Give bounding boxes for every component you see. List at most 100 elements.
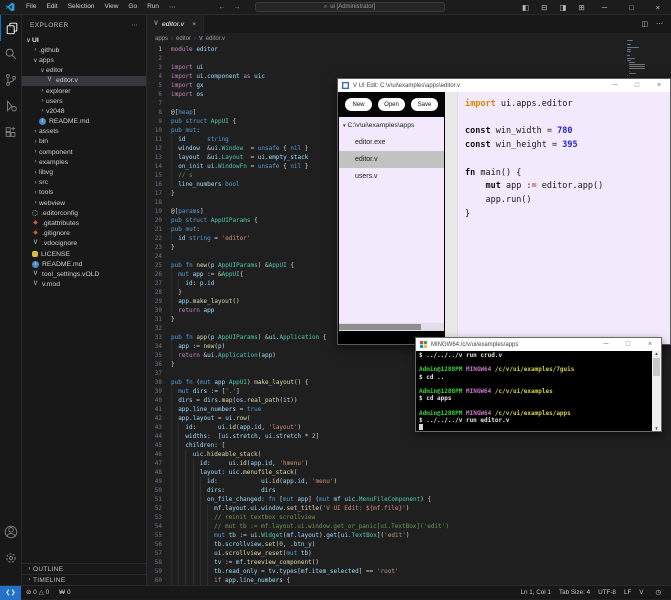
explorer-actions-icon[interactable]: ⋯ bbox=[131, 21, 138, 29]
tree-item-libvg[interactable]: ›libvg bbox=[22, 167, 146, 177]
code-line[interactable]: 56tb.scrollview.set(0, .btn_y) bbox=[147, 540, 671, 549]
tree-item--vdocignore[interactable]: V.vdocignore bbox=[22, 239, 146, 249]
code-line[interactable]: 51on_file_changed: fn [mut app] (mut mf … bbox=[147, 495, 671, 504]
open-button[interactable]: Open bbox=[378, 98, 405, 111]
maximize-button[interactable]: □ bbox=[626, 82, 648, 89]
command-center[interactable]: ⌕ ui [Administrator] bbox=[255, 2, 445, 12]
minimize-button[interactable]: ─ bbox=[591, 3, 618, 12]
tree-item-readme-md[interactable]: iREADME.md bbox=[22, 259, 146, 269]
scroll-up-icon[interactable]: ▲ bbox=[654, 351, 658, 356]
tree-item-bin[interactable]: ›bin bbox=[22, 137, 146, 147]
forward-icon[interactable]: → bbox=[234, 4, 241, 11]
tree-item-ui[interactable]: ∨UI bbox=[22, 35, 146, 45]
code-line[interactable]: 53// reinit textbox scrollview bbox=[147, 513, 671, 522]
code-line[interactable]: 57ui.scrollview_reset(mut tb) bbox=[147, 549, 671, 558]
minimize-button[interactable]: ─ bbox=[595, 341, 617, 348]
menu-go[interactable]: Go bbox=[123, 3, 142, 11]
code-line[interactable]: 60if app.line_numbers { bbox=[147, 576, 671, 585]
tree-item-apps[interactable]: ∨apps bbox=[22, 55, 146, 65]
breadcrumb-apps[interactable]: apps bbox=[155, 36, 168, 42]
breadcrumb-editor-v[interactable]: editor.v bbox=[206, 36, 225, 42]
minimize-button[interactable]: ─ bbox=[604, 82, 626, 89]
tree-item-readme-md[interactable]: iREADME.md bbox=[22, 117, 146, 127]
tree-item--gitattributes[interactable]: ◆.gitattributes bbox=[22, 218, 146, 228]
back-icon[interactable]: ← bbox=[219, 4, 226, 11]
run-debug-icon[interactable] bbox=[0, 93, 22, 119]
tree-item-editor[interactable]: ∨editor bbox=[22, 66, 146, 76]
timeline-section[interactable]: ›TIMELINE bbox=[22, 574, 146, 585]
code-line[interactable]: 47id: ui.id(app.id, 'hmenu') bbox=[147, 459, 671, 468]
code-line[interactable]: 59tb.read_only = tv.types[mf.item_select… bbox=[147, 567, 671, 576]
terminal-titlebar[interactable]: MINGW64:/c/v/ui/examples/apps ─□× bbox=[416, 338, 661, 351]
tree-item-license[interactable]: LICENSE bbox=[22, 249, 146, 259]
toggle-secondary-sidebar-icon[interactable]: ◨ bbox=[553, 3, 572, 12]
maximize-button[interactable]: □ bbox=[618, 3, 645, 12]
tree-item-tools[interactable]: ›tools bbox=[22, 188, 146, 198]
toggle-panel-icon[interactable]: ⊟ bbox=[535, 3, 553, 12]
vui-code-textbox[interactable]: import ui.apps.editor const win_width = … bbox=[465, 98, 670, 344]
code-line[interactable]: 50dirs: dirs bbox=[147, 486, 671, 495]
close-button[interactable]: × bbox=[639, 341, 661, 348]
code-line[interactable]: 44widths: [ui.stretch, ui.stretch * 2] bbox=[147, 432, 671, 441]
code-line[interactable]: 48layout: uic.menufile_stack( bbox=[147, 468, 671, 477]
problems-indicator[interactable]: ⊘ 0 △ 0 bbox=[21, 589, 54, 596]
code-line[interactable]: 3import ui bbox=[147, 63, 671, 72]
vui-file-editor-v[interactable]: editor.v bbox=[339, 151, 444, 168]
tree-item-tool-settings-vold[interactable]: Vtool_settings.vOLD bbox=[22, 269, 146, 279]
vui-titlebar[interactable]: V UI Edit: C:\v\ui\examples\apps\editor.… bbox=[338, 79, 670, 92]
split-editor-icon[interactable]: ◫ bbox=[641, 20, 648, 28]
code-line[interactable]: 1module editor bbox=[147, 45, 671, 54]
close-button[interactable]: × bbox=[645, 3, 671, 12]
menu-more[interactable]: ⋯ bbox=[164, 3, 181, 11]
remote-indicator[interactable] bbox=[0, 586, 21, 600]
menu-edit[interactable]: Edit bbox=[41, 3, 62, 11]
customize-layout-icon[interactable]: ⊞ bbox=[572, 3, 590, 12]
tree-item-component[interactable]: ›component bbox=[22, 147, 146, 157]
tree-item--github[interactable]: ›.github bbox=[22, 45, 146, 55]
source-control-icon[interactable] bbox=[0, 67, 22, 93]
toggle-sidebar-icon[interactable]: ◧ bbox=[516, 3, 535, 12]
terminal-body[interactable]: $ ../../../v run crud.v Admin@1288PM MIN… bbox=[416, 351, 661, 431]
code-line[interactable]: 46uic.hideable_stack( bbox=[147, 450, 671, 459]
tab-editor-v[interactable]: V editor.v × bbox=[147, 15, 204, 33]
outline-section[interactable]: ›OUTLINE bbox=[22, 563, 146, 574]
scroll-thumb[interactable] bbox=[653, 358, 660, 376]
code-line[interactable]: 45children: [ bbox=[147, 441, 671, 450]
code-line[interactable]: 54// mut tb := mf.layout.ui.window.get_o… bbox=[147, 522, 671, 531]
notifications-bell-icon[interactable]: ◷ bbox=[652, 589, 666, 596]
tree-item-webview[interactable]: ›webview bbox=[22, 198, 146, 208]
menu-run[interactable]: Run bbox=[142, 3, 164, 11]
vui-root-folder[interactable]: ▾C:\v\ui\examples\apps bbox=[339, 117, 444, 134]
menu-view[interactable]: View bbox=[99, 3, 123, 11]
status-tab-size-4[interactable]: Tab Size: 4 bbox=[555, 589, 594, 596]
breadcrumb[interactable]: apps›editor›Veditor.v bbox=[147, 33, 671, 45]
extensions-icon[interactable] bbox=[0, 119, 22, 145]
code-line[interactable]: 49id: ui.id(app.id, 'menu') bbox=[147, 477, 671, 486]
terminal-scrollbar[interactable]: ▲ ▼ bbox=[652, 351, 661, 431]
tree-item-src[interactable]: ›src bbox=[22, 178, 146, 188]
code-line[interactable]: 2 bbox=[147, 54, 671, 63]
tab-close-icon[interactable]: × bbox=[192, 21, 196, 28]
save-button[interactable]: Save bbox=[411, 98, 438, 111]
ports-indicator[interactable]: ₩ 0 bbox=[54, 589, 75, 596]
status-ln-1-col-1[interactable]: Ln 1, Col 1 bbox=[516, 589, 554, 596]
tree-item-examples[interactable]: ›examples bbox=[22, 157, 146, 167]
code-line[interactable]: 52mf.layout.ui.window.set_title('V UI Ed… bbox=[147, 504, 671, 513]
status-v[interactable]: V bbox=[635, 589, 647, 596]
tree-item-editor-v[interactable]: Veditor.v bbox=[22, 76, 146, 86]
scroll-down-icon[interactable]: ▼ bbox=[654, 426, 658, 431]
status-utf-8[interactable]: UTF-8 bbox=[594, 589, 620, 596]
vui-file-editor-exe[interactable]: editor.exe bbox=[339, 134, 444, 151]
menu-selection[interactable]: Selection bbox=[63, 3, 100, 11]
search-icon[interactable] bbox=[0, 41, 22, 67]
explorer-icon[interactable] bbox=[0, 15, 22, 41]
tree-item--gitignore[interactable]: ◆.gitignore bbox=[22, 229, 146, 239]
vui-vertical-scrollbar[interactable] bbox=[445, 92, 458, 344]
code-line[interactable]: 58tv := mf.treeview_component() bbox=[147, 558, 671, 567]
tree-item-v2048[interactable]: ›v2048 bbox=[22, 106, 146, 116]
breadcrumb-editor[interactable]: editor bbox=[176, 36, 191, 42]
menu-file[interactable]: File bbox=[21, 3, 41, 11]
tree-item-explorer[interactable]: ›explorer bbox=[22, 86, 146, 96]
close-button[interactable]: × bbox=[648, 82, 670, 89]
status-lf[interactable]: LF bbox=[620, 589, 635, 596]
